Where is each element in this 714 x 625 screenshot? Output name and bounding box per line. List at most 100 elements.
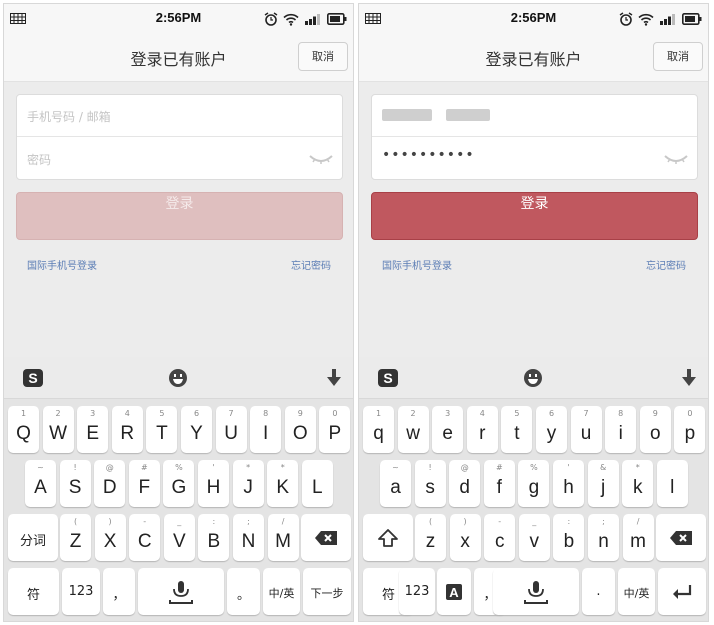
number-key[interactable]: 123 (399, 568, 435, 615)
key-k[interactable]: * k (622, 460, 654, 507)
key-m[interactable]: / m (622, 514, 654, 561)
key-W[interactable]: 2W (42, 406, 74, 453)
key-J[interactable]: * J (232, 460, 264, 507)
key-label: a (390, 477, 401, 498)
phone-email-field[interactable]: 手机号码 / 邮箱 (17, 95, 342, 137)
shift-key[interactable] (363, 514, 413, 561)
next-step-key[interactable]: 下一步 (303, 568, 351, 615)
sogou-logo-icon[interactable]: S (377, 368, 399, 388)
space-voice-key[interactable] (138, 568, 224, 615)
key-N[interactable]: ; N (233, 514, 264, 561)
key-t[interactable]: 5t (501, 406, 533, 453)
forgot-password-link[interactable]: 忘记密码 (291, 257, 331, 272)
key-c[interactable]: -c (484, 514, 516, 561)
key-Z[interactable]: (Z (60, 514, 91, 561)
key-K[interactable]: * K (267, 460, 299, 507)
enter-key[interactable] (658, 568, 706, 615)
key-z[interactable]: (z (415, 514, 446, 561)
key-R[interactable]: 4R (111, 406, 143, 453)
key-u[interactable]: 7u (570, 406, 602, 453)
key-V[interactable]: _ V (163, 514, 195, 561)
key-g[interactable]: % g (518, 460, 550, 507)
key-hint-label: ( (73, 517, 78, 526)
key-f[interactable]: # f (483, 460, 515, 507)
emoji-icon[interactable] (168, 368, 188, 388)
key-hint-label: & (599, 463, 607, 472)
forgot-password-link[interactable]: 忘记密码 (646, 257, 686, 272)
intl-phone-login-link[interactable]: 国际手机号登录 (27, 257, 97, 272)
key-label: N (241, 531, 256, 552)
soft-keyboard: S 1 q 2 w 3 e 4 r 5 t 6 y 7 u 8 i 9 o 0 p ~ a! s @ d # f% g ' h & j * k l (… (359, 357, 708, 621)
eye-icon[interactable] (663, 152, 689, 166)
symbol-key[interactable]: 符 (8, 568, 59, 615)
wifi-icon (283, 13, 299, 26)
key-r[interactable]: 4r (466, 406, 498, 453)
key-B[interactable]: :B (198, 514, 230, 561)
backspace-key[interactable] (301, 514, 351, 561)
key-v[interactable]: _ v (518, 514, 550, 561)
segment-key[interactable]: 分词 (8, 514, 58, 561)
hide-keyboard-icon[interactable] (325, 368, 343, 388)
key-L[interactable]: L (301, 460, 333, 507)
period-key[interactable]: . (582, 568, 615, 615)
key-p[interactable]: 0p (674, 406, 706, 453)
key-A[interactable]: ~ A (25, 460, 56, 507)
number-key[interactable]: 123 (62, 568, 100, 615)
key-E[interactable]: 3E (77, 406, 109, 453)
a-box-icon: A (446, 583, 462, 600)
key-d[interactable]: @ d (449, 460, 481, 507)
key-H[interactable]: ' H (198, 460, 229, 507)
password-field[interactable]: 密码 (17, 138, 342, 180)
key-i[interactable]: 8i (605, 406, 637, 453)
key-F[interactable]: # F (128, 460, 160, 507)
key-U[interactable]: 7U (215, 406, 247, 453)
key-hint-label: / (636, 517, 640, 526)
password-field[interactable]: •••••••••• (372, 138, 697, 180)
key-hint-label: 1 (20, 409, 27, 418)
key-a[interactable]: ~ a (380, 460, 411, 507)
lang-switch-key[interactable]: 中/英 (618, 568, 655, 615)
key-Q[interactable]: 1Q (8, 406, 39, 453)
cancel-button[interactable]: 取消 (298, 42, 348, 71)
hide-keyboard-icon[interactable] (680, 368, 698, 388)
key-M[interactable]: / M (267, 514, 299, 561)
space-voice-key[interactable] (493, 568, 579, 615)
key-e[interactable]: 3e (432, 406, 464, 453)
key-w[interactable]: 2w (397, 406, 429, 453)
login-button[interactable]: 登录 (16, 192, 343, 240)
emoji-icon[interactable] (523, 368, 543, 388)
key-G[interactable]: % G (163, 460, 195, 507)
key-o[interactable]: 9o (639, 406, 671, 453)
key-X[interactable]: ) X (94, 514, 126, 561)
period-key[interactable]: 。 (227, 568, 260, 615)
key-l[interactable]: l (656, 460, 688, 507)
sogou-logo-icon[interactable]: S (22, 368, 44, 388)
key-y[interactable]: 6y (536, 406, 567, 453)
phone-email-field[interactable] (372, 95, 697, 137)
key-label: 。 (236, 588, 250, 603)
key-hint-label: # (140, 463, 148, 472)
key-s[interactable]: ! s (414, 460, 446, 507)
key-C[interactable]: -C (129, 514, 161, 561)
backspace-key[interactable] (656, 514, 706, 561)
key-I[interactable]: 8I (250, 406, 282, 453)
key-S[interactable]: ! S (59, 460, 91, 507)
key-q[interactable]: 1q (363, 406, 394, 453)
key-O[interactable]: 9O (284, 406, 316, 453)
key-h[interactable]: ' h (553, 460, 584, 507)
key-b[interactable]: :b (553, 514, 585, 561)
key-Y[interactable]: 6Y (181, 406, 212, 453)
key-n[interactable]: ; n (588, 514, 619, 561)
key-D[interactable]: @ D (94, 460, 126, 507)
login-button[interactable]: 登录 (371, 192, 698, 240)
cancel-button[interactable]: 取消 (653, 42, 703, 71)
case-key[interactable]: A (437, 568, 471, 615)
eye-icon[interactable] (308, 152, 334, 166)
key-j[interactable]: & j (587, 460, 619, 507)
comma-key[interactable]: ， (103, 568, 135, 615)
intl-phone-login-link[interactable]: 国际手机号登录 (382, 257, 452, 272)
key-P[interactable]: 0P (319, 406, 351, 453)
key-T[interactable]: 5T (146, 406, 178, 453)
key-x[interactable]: ) x (449, 514, 481, 561)
lang-switch-key[interactable]: 中/英 (263, 568, 300, 615)
